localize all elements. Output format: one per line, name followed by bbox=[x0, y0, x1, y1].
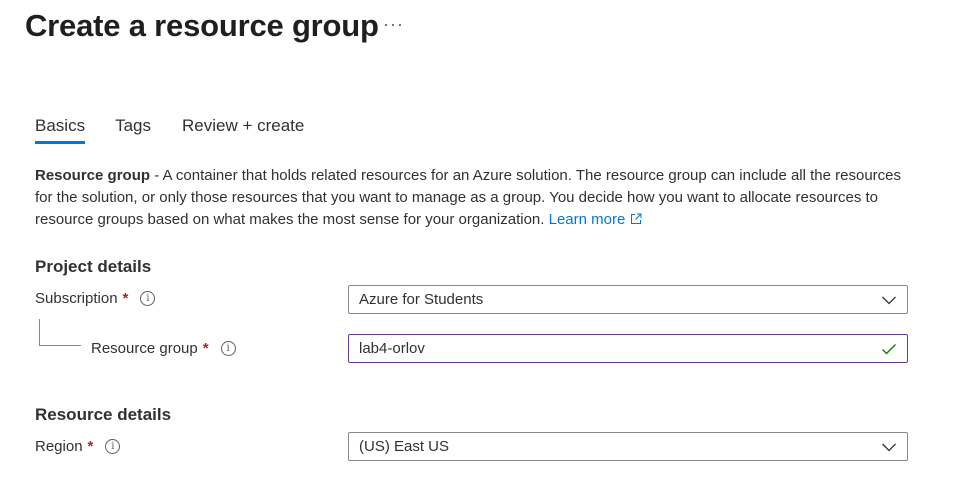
required-marker: * bbox=[122, 290, 129, 307]
info-icon[interactable]: i bbox=[140, 291, 156, 306]
region-value: (US) East US bbox=[359, 438, 450, 455]
subscription-value: Azure for Students bbox=[359, 291, 484, 308]
subscription-label: Subscription * i bbox=[35, 290, 156, 307]
region-select[interactable]: (US) East US bbox=[348, 432, 908, 461]
page-title: Create a resource group bbox=[25, 8, 379, 43]
subscription-select[interactable]: Azure for Students bbox=[348, 285, 908, 314]
resource-details-heading: Resource details bbox=[35, 405, 172, 424]
project-details-heading: Project details bbox=[35, 257, 152, 276]
info-icon[interactable]: i bbox=[220, 341, 236, 356]
region-label: Region * i bbox=[35, 438, 121, 455]
tab-review-create[interactable]: Review + create bbox=[182, 116, 304, 144]
resource-group-label: Resource group * i bbox=[91, 340, 236, 357]
resource-group-input[interactable]: lab4-orlov bbox=[348, 334, 908, 363]
required-marker: * bbox=[87, 438, 94, 455]
resource-group-value[interactable]: lab4-orlov bbox=[359, 340, 425, 357]
chevron-down-icon bbox=[882, 443, 896, 452]
subscription-label-text: Subscription bbox=[35, 290, 118, 307]
learn-more-link[interactable]: Learn more bbox=[549, 211, 642, 228]
tab-basics[interactable]: Basics bbox=[35, 116, 86, 144]
region-label-text: Region bbox=[35, 438, 83, 455]
required-marker: * bbox=[202, 340, 209, 357]
tab-tags[interactable]: Tags bbox=[115, 116, 151, 144]
learn-more-label[interactable]: Learn more bbox=[549, 211, 626, 228]
more-options-button[interactable]: ··· bbox=[383, 14, 404, 35]
resource-group-description: Resource group - A container that holds … bbox=[35, 165, 915, 231]
tree-connector bbox=[39, 319, 81, 346]
tab-bar: Basics Tags Review + create bbox=[35, 116, 304, 144]
resource-group-label-text: Resource group bbox=[91, 340, 198, 357]
description-term: Resource group bbox=[35, 167, 151, 184]
checkmark-icon bbox=[882, 344, 896, 355]
description-text: - A container that holds related resourc… bbox=[35, 167, 902, 228]
external-link-icon[interactable] bbox=[630, 213, 642, 225]
chevron-down-icon bbox=[882, 296, 896, 305]
info-icon[interactable]: i bbox=[105, 439, 121, 454]
